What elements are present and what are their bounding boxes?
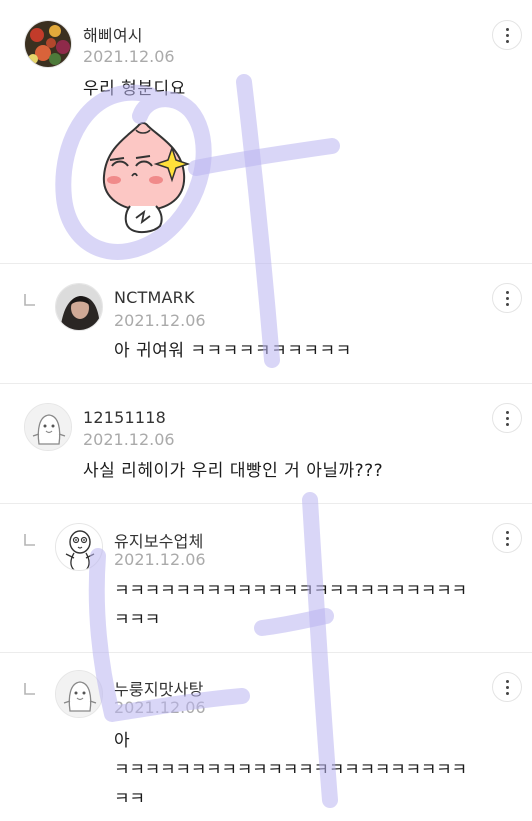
comment-author[interactable]: NCTMARK — [114, 288, 195, 307]
comment-date: 2021.12.06 — [83, 430, 175, 449]
reply-item: 유지보수업체 2021.12.06 ㅋㅋㅋㅋㅋㅋㅋㅋㅋㅋㅋㅋㅋㅋㅋㅋㅋㅋㅋㅋㅋㅋ… — [0, 503, 532, 653]
comment-item: 12151118 2021.12.06 사실 리헤이가 우리 대빵인 거 아닐까… — [0, 383, 532, 504]
comment-date: 2021.12.06 — [114, 311, 206, 330]
comment-text: 아 ㅋㅋㅋㅋㅋㅋㅋㅋㅋㅋㅋㅋㅋㅋㅋㅋㅋㅋㅋㅋㅋㅋㅋ ㅋㅋ — [114, 727, 524, 814]
avatar[interactable] — [55, 523, 103, 571]
comment-text-line: ㅋㅋ — [114, 789, 145, 809]
comment-text: 아 귀여워 ㅋㅋㅋㅋㅋㅋㅋㅋㅋㅋ — [114, 341, 352, 361]
flowers-photo — [25, 21, 71, 67]
avatar[interactable] — [24, 403, 72, 451]
comment-text-line: 아 — [114, 731, 130, 751]
default-character — [25, 404, 71, 450]
avatar[interactable] — [55, 283, 103, 331]
comment-text: 사실 리헤이가 우리 대빵인 거 아닐까??? — [83, 461, 384, 481]
comment-author[interactable]: 유지보수업체 — [114, 528, 204, 552]
comment-item: 해삐여시 2021.12.06 우리 형분디요 — [0, 0, 532, 264]
comment-date: 2021.12.06 — [114, 698, 206, 717]
comment-date: 2021.12.06 — [114, 550, 206, 569]
peach-character-sticker — [98, 118, 191, 234]
reply-item: 누룽지맛사탕 2021.12.06 아 ㅋㅋㅋㅋㅋㅋㅋㅋㅋㅋㅋㅋㅋㅋㅋㅋㅋㅋㅋㅋ… — [0, 652, 532, 821]
doodle-character — [56, 524, 102, 570]
more-button[interactable] — [492, 672, 522, 702]
reply-arrow-icon — [24, 294, 35, 306]
comment-text-line: ㅋㅋㅋㅋㅋㅋㅋㅋㅋㅋㅋㅋㅋㅋㅋㅋㅋㅋㅋㅋㅋㅋㅋ — [114, 760, 467, 780]
comment-author[interactable]: 누룽지맛사탕 — [114, 676, 204, 700]
comment-text: 우리 형분디요 — [83, 79, 186, 99]
comment-text-line: ㅋㅋㅋㅋㅋㅋㅋㅋㅋㅋㅋㅋㅋㅋㅋㅋㅋㅋㅋㅋㅋㅋㅋ — [114, 581, 467, 601]
avatar[interactable] — [55, 670, 103, 718]
reply-item: NCTMARK 2021.12.06 아 귀여워 ㅋㅋㅋㅋㅋㅋㅋㅋㅋㅋ — [0, 263, 532, 384]
more-button[interactable] — [492, 403, 522, 433]
comment-author[interactable]: 12151118 — [83, 408, 166, 427]
comment-author[interactable]: 해삐여시 — [83, 22, 143, 46]
comment-text: ㅋㅋㅋㅋㅋㅋㅋㅋㅋㅋㅋㅋㅋㅋㅋㅋㅋㅋㅋㅋㅋㅋㅋ ㅋㅋㅋ — [114, 577, 524, 635]
default-character — [56, 671, 102, 717]
more-button[interactable] — [492, 283, 522, 313]
reply-arrow-icon — [24, 534, 35, 546]
comment-date: 2021.12.06 — [83, 47, 175, 66]
reply-arrow-icon — [24, 683, 35, 695]
avatar[interactable] — [24, 20, 72, 68]
comment-text-line: ㅋㅋㅋ — [114, 610, 161, 630]
more-button[interactable] — [492, 20, 522, 50]
more-button[interactable] — [492, 523, 522, 553]
person-photo — [56, 284, 102, 330]
